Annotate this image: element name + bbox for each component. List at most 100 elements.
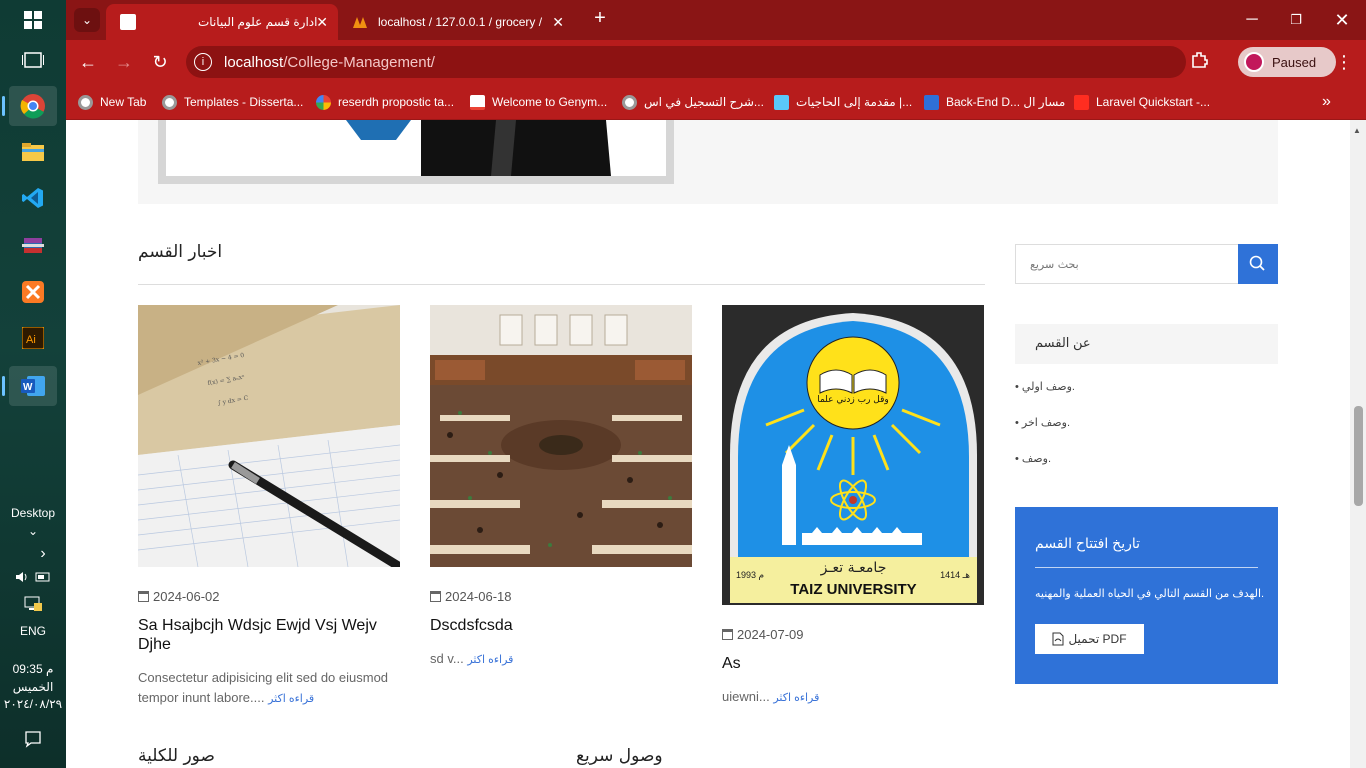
page-viewport: اخبار القسم x² + 3x − 4 = 0 f(x) = ∑ aₙx… [66,120,1366,768]
divider [138,284,985,285]
news-card-title[interactable]: Dscdsfcsda [430,616,693,635]
folder-icon [22,143,44,161]
bookmark-item[interactable]: Back-End D... مسار ال [924,92,1065,112]
about-list-item[interactable]: • وصف اخر. [1015,416,1070,429]
tab-phpmyadmin[interactable]: localhost / 127.0.0.1 / grocery / ✕ [338,4,574,40]
chrome-taskbar-button[interactable] [2,86,57,126]
more-bookmarks-icon[interactable]: » [1322,92,1331,112]
word-button[interactable]: W [2,366,57,406]
file-explorer-button[interactable] [9,132,57,172]
taiz-university-logo[interactable]: جامعـة تعـز 1993 م 1414 هـ TAIZ UNIVERSI… [722,305,984,605]
new-tab-button[interactable]: + [580,6,620,30]
calendar-icon [722,629,733,640]
bookmark-label: reserdh propostic ta... [338,95,455,109]
bookmark-item[interactable]: مقدمة إلى الحاجيات |... [774,92,912,112]
forward-arrow-icon[interactable]: → [112,50,136,74]
close-tab-icon[interactable]: ✕ [316,14,328,31]
page-scrollbar[interactable]: ▲ [1350,120,1366,768]
bookmark-item[interactable]: Templates - Disserta... [162,92,303,112]
desktop-label[interactable]: Desktop [0,506,66,520]
gallery-title: صور للكلية [138,746,215,766]
menu-kebab-icon[interactable]: ⋮ [1332,50,1356,74]
screen: { "taskbar": { "desktop_label": "Desktop… [0,0,1366,768]
news-card[interactable]: جامعـة تعـز 1993 م 1414 هـ TAIZ UNIVERSI… [722,305,985,708]
history-box: تاريخ افتتاح القسم الهدف من القسم التالي… [1015,507,1278,684]
browser-toolbar: ← → ↻ i localhost/College-Management/ ☆ … [66,40,1366,84]
bookmark-item[interactable]: reserdh propostic ta... [316,92,454,112]
vscode-button[interactable] [9,178,57,218]
search-button[interactable] [1238,244,1278,284]
word-icon: W [21,376,45,396]
logo-english-name: TAIZ UNIVERSITY [790,581,917,598]
close-tab-icon[interactable]: ✕ [552,14,564,31]
college-favicon-icon [120,14,136,30]
read-more-link[interactable]: قراءه اكثر [467,654,513,666]
profile-status: Paused [1272,54,1317,70]
site-info-icon[interactable]: i [194,53,212,71]
windows-taskbar: Ai W Desktop ⌄ › ENG 09:35 م الخميس ٢٠٢٤… [0,0,66,768]
tab-title: localhost / 127.0.0.1 / grocery / [378,15,543,29]
profile-paused-button[interactable]: Paused [1238,47,1336,77]
bookmark-item[interactable]: شرح التسجيل في اس... [622,92,764,112]
bookmark-item[interactable]: Laravel Quickstart -... [1074,92,1210,112]
clock-time[interactable]: 09:35 م [0,662,66,676]
about-list-item[interactable]: • وصف. [1015,452,1051,465]
address-bar[interactable]: i localhost/College-Management/ ☆ [186,46,1276,78]
url-host: localhost [224,53,284,71]
news-card-title[interactable]: Sa Hsajbcjh Wdsjc Ewjd Vsj Wejv Djhe [138,616,401,654]
quick-access-title: وصول سريع [576,746,663,766]
language-indicator[interactable]: ENG [0,624,66,638]
winrar-button[interactable] [9,226,57,266]
history-title: تاريخ افتتاح القسم [1035,535,1141,551]
scroll-thumb[interactable] [1354,406,1363,506]
news-excerpt: uiewni... قراءه اكثر [722,689,820,704]
bookmark-item[interactable]: Welcome to Genym... [470,92,607,112]
download-pdf-button[interactable]: تحميل PDF [1035,624,1144,654]
tab-search-button[interactable]: ⌄ [74,8,100,32]
divider [1035,567,1258,568]
winrar-icon [22,238,44,253]
news-excerpt: sd v... قراءه اكثر [430,651,514,666]
network-icon[interactable] [0,596,66,615]
back-arrow-icon[interactable]: ← [76,50,100,74]
clock-day[interactable]: الخميس [0,680,66,694]
task-view-button[interactable] [9,40,57,80]
news-card[interactable]: 2024-06-18 Dscdsfcsda sd v... قراءه اكثر [430,305,693,670]
illustrator-button[interactable]: Ai [9,318,57,358]
tab-active[interactable]: ادارة قسم علوم البيانات ✕ [106,4,338,40]
about-list-item[interactable]: • وصف اولي. [1015,380,1075,393]
search-input[interactable] [1016,245,1238,283]
svg-text:Ai: Ai [26,334,36,346]
xampp-button[interactable] [9,272,57,312]
tray-icons[interactable] [0,570,66,587]
svg-text:W: W [23,382,33,393]
google-icon [316,94,331,110]
restore-button[interactable]: ❐ [1276,8,1316,32]
bookmark-label: Welcome to Genym... [492,95,608,109]
gmail-icon [470,94,485,110]
about-title: عن القسم [1035,335,1091,350]
clock-date[interactable]: ٢٠٢٤/٠٨/٢٩ [0,697,66,711]
read-more-link[interactable]: قراءه اكثر [268,693,314,705]
scroll-up-arrow-icon[interactable]: ▲ [1353,126,1361,135]
tab-title: ادارة قسم علوم البيانات [198,15,318,29]
tab-strip: ⌄ ادارة قسم علوم البيانات ✕ localhost / … [66,0,1366,40]
minimize-button[interactable]: ─ [1232,8,1272,32]
library-image[interactable] [430,305,692,567]
bookmark-label: مقدمة إلى الحاجيات |... [796,95,913,109]
reload-icon[interactable]: ↻ [148,50,172,74]
illustrator-icon: Ai [22,327,44,349]
chevron-double-down-icon[interactable]: ⌄ [0,524,66,538]
bookmarks-bar: New Tab Templates - Disserta... reserdh … [66,84,1366,120]
news-card-title[interactable]: As [722,654,985,673]
news-card[interactable]: x² + 3x − 4 = 0 f(x) = ∑ aₙxⁿ ∫ y dx = C… [138,305,401,709]
calendar-icon [430,591,441,602]
read-more-link[interactable]: قراءه اكثر [773,692,819,704]
close-window-button[interactable]: ✕ [1322,8,1362,32]
calendar-icon [138,591,149,602]
notebook-pen-image[interactable]: x² + 3x − 4 = 0 f(x) = ∑ aₙxⁿ ∫ y dx = C [138,305,400,567]
start-button[interactable] [9,0,57,40]
extensions-icon[interactable] [1188,50,1212,74]
bookmark-item[interactable]: New Tab [78,92,146,112]
notification-icon[interactable] [0,730,66,751]
